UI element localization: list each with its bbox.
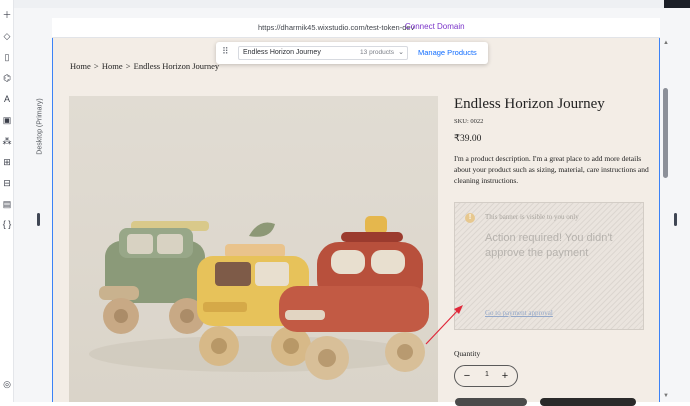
- text-icon[interactable]: A: [1, 93, 13, 105]
- chevron-down-icon: ⌄: [398, 49, 404, 56]
- warning-icon: !: [465, 213, 475, 223]
- product-description: I'm a product description. I'm a great p…: [454, 154, 649, 185]
- editor-top-corner: [664, 0, 690, 8]
- business-icon[interactable]: ⊟: [1, 177, 13, 189]
- increment-button[interactable]: +: [499, 369, 511, 383]
- product-selector[interactable]: Endless Horizon Journey 13 products ⌄: [238, 46, 408, 60]
- editor-top-strip: [14, 0, 690, 8]
- breadcrumb-separator: >: [93, 61, 99, 71]
- product-page-toolbar: ⠿ Endless Horizon Journey 13 products ⌄ …: [216, 42, 488, 64]
- drag-handle-icon[interactable]: ⠿: [222, 46, 229, 57]
- annotation-arrow-icon: [425, 305, 463, 345]
- right-resize-handle[interactable]: [674, 213, 677, 226]
- breadcrumb-item-home[interactable]: Home: [102, 61, 123, 71]
- apps-icon[interactable]: ⁂: [1, 135, 13, 147]
- scroll-down-icon[interactable]: ▼: [663, 393, 669, 399]
- payment-warning-banner: ! This banner is visible to you only Act…: [454, 202, 644, 330]
- site-url: https://dharmik45.wixstudio.com/test-tok…: [258, 23, 415, 32]
- breakpoint-label[interactable]: Desktop (Primary): [31, 95, 45, 165]
- url-bar: https://dharmik45.wixstudio.com/test-tok…: [52, 18, 660, 38]
- product-price: ₹39.00: [454, 134, 482, 144]
- breadcrumb-item-current: Endless Horizon Journey: [133, 61, 220, 71]
- buy-now-button[interactable]: [540, 398, 636, 406]
- product-count: 13 products: [360, 49, 394, 56]
- left-resize-handle[interactable]: [37, 213, 40, 226]
- manage-products-button[interactable]: Manage Products: [418, 48, 477, 57]
- cms-icon[interactable]: ▤: [1, 198, 13, 210]
- connect-domain-link[interactable]: Connect Domain: [405, 22, 465, 31]
- add-to-cart-button[interactable]: [455, 398, 527, 406]
- breadcrumb-separator: >: [125, 61, 131, 71]
- media-icon[interactable]: ▣: [1, 114, 13, 126]
- quantity-value[interactable]: 1: [482, 371, 492, 378]
- left-tool-rail: ＋ ◇ ▯ ⌬ A ▣ ⁂ ⊞ ⊟ ▤ { } ◎: [0, 0, 14, 402]
- app-market-icon[interactable]: ⊞: [1, 156, 13, 168]
- checklist-icon[interactable]: ◎: [1, 378, 13, 390]
- quantity-stepper: − 1 +: [454, 365, 518, 387]
- design-icon[interactable]: ⌬: [1, 72, 13, 84]
- breakpoint-label-text: Desktop (Primary): [36, 98, 44, 155]
- banner-visibility-note: This banner is visible to you only: [485, 213, 579, 221]
- scrollbar-thumb[interactable]: [663, 88, 668, 178]
- decrement-button[interactable]: −: [461, 369, 473, 383]
- product-title: Endless Horizon Journey: [454, 96, 605, 112]
- breadcrumb: Home > Home > Endless Horizon Journey: [70, 61, 220, 71]
- banner-heading: Action required! You didn't approve the …: [485, 232, 613, 259]
- product-image[interactable]: [69, 96, 438, 402]
- add-icon[interactable]: ＋: [1, 9, 13, 21]
- pages-icon[interactable]: ▯: [1, 51, 13, 63]
- breadcrumb-item-home[interactable]: Home: [70, 61, 91, 71]
- vertical-scrollbar[interactable]: [663, 40, 669, 402]
- selected-product: Endless Horizon Journey: [243, 49, 321, 56]
- payment-approval-link[interactable]: Go to payment approval: [485, 309, 553, 317]
- layers-icon[interactable]: ◇: [1, 30, 13, 42]
- product-sku: SKU: 0022: [454, 118, 484, 125]
- quantity-label: Quantity: [454, 349, 481, 358]
- code-icon[interactable]: { }: [1, 218, 13, 230]
- toy-cars-illustration: [89, 216, 429, 380]
